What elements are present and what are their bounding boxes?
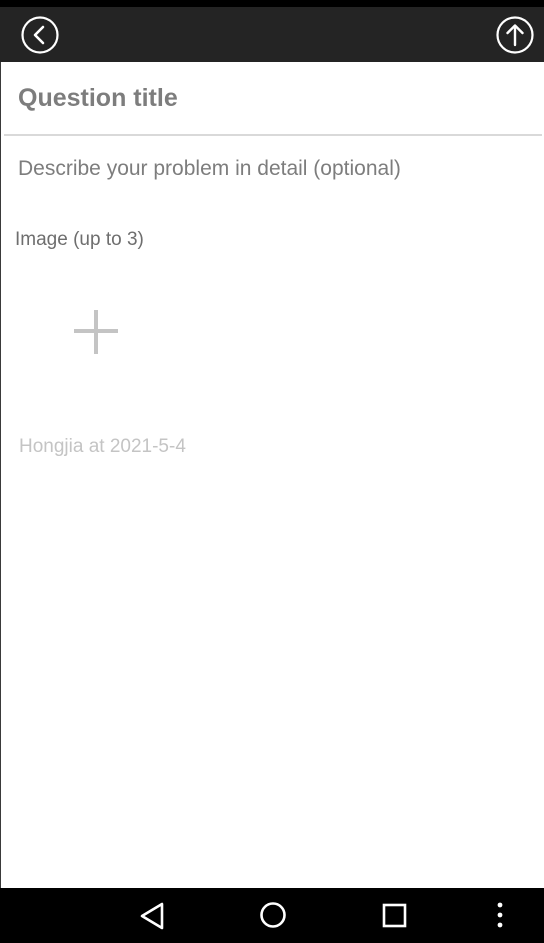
add-image-button[interactable]: [64, 300, 128, 364]
top-toolbar: [0, 7, 544, 62]
nav-home-button[interactable]: [256, 899, 290, 933]
author-date-signature: Hongjia at 2021-5-4: [19, 436, 186, 457]
more-vert-icon: [483, 899, 517, 933]
plus-icon: [64, 300, 128, 364]
image-section-label: Image (up to 3): [15, 229, 144, 250]
home-circle-icon: [256, 899, 290, 933]
recents-square-icon: [377, 899, 411, 933]
back-triangle-icon: [135, 899, 169, 933]
left-edge-line: [0, 62, 1, 888]
back-button[interactable]: [21, 16, 59, 54]
circle-arrow-up-icon: [496, 16, 534, 54]
description-input[interactable]: [4, 142, 542, 196]
status-bar: [0, 0, 544, 7]
system-navigation-bar: [0, 888, 544, 943]
circle-arrow-left-icon: [21, 16, 59, 54]
question-compose-screen: Image (up to 3) Hongjia at 2021-5-4: [0, 0, 544, 943]
submit-button[interactable]: [496, 16, 534, 54]
nav-recents-button[interactable]: [377, 899, 411, 933]
nav-back-button[interactable]: [135, 899, 169, 933]
nav-more-button[interactable]: [483, 899, 517, 933]
question-title-input[interactable]: [4, 62, 542, 136]
